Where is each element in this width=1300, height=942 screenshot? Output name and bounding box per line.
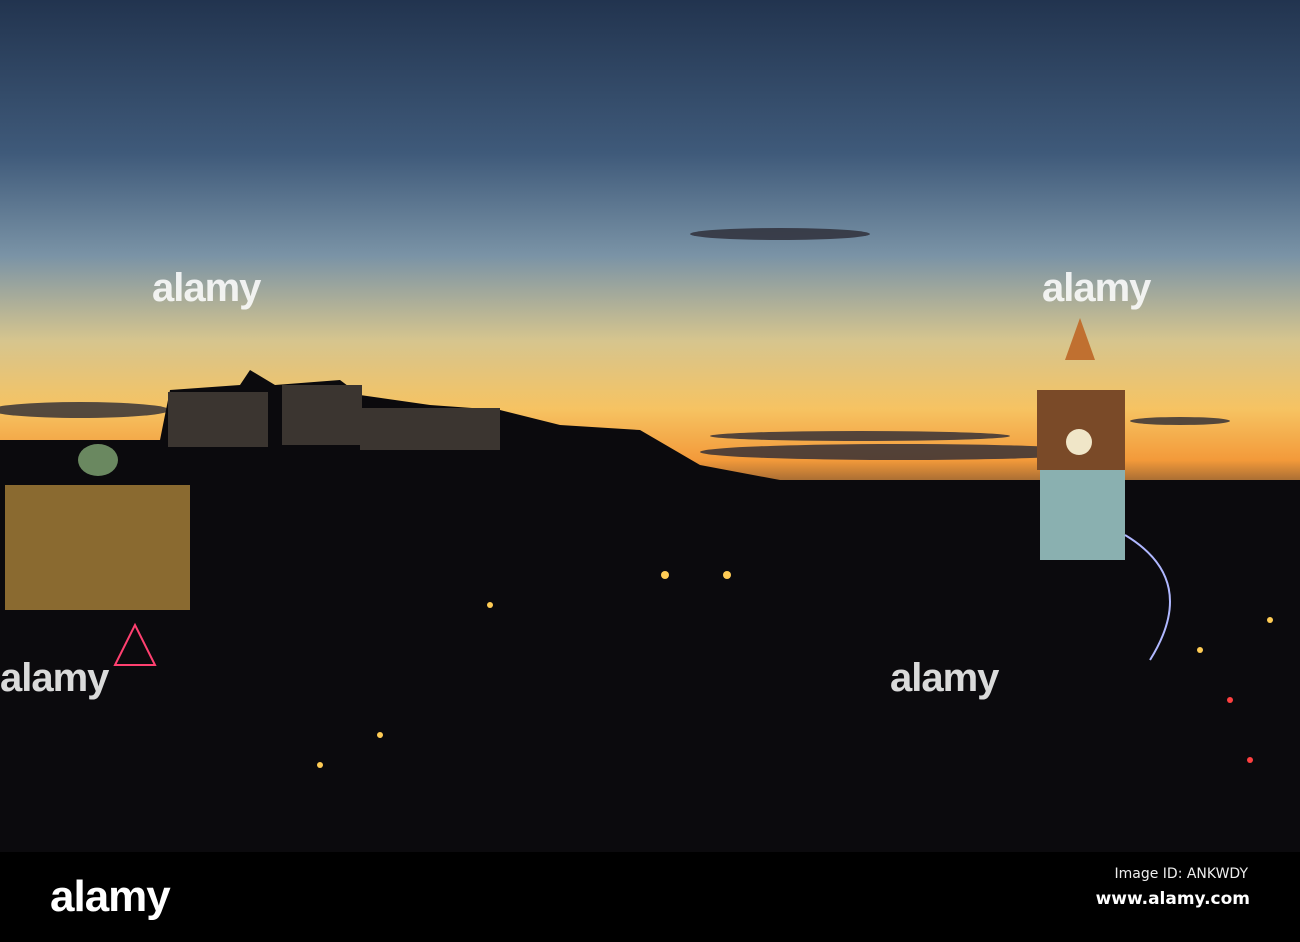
alamy-logo: alamy [50,872,171,921]
watermark-footer: alamy Image ID: ANKWDY www.alamy.com [0,852,1300,942]
image-id: Image ID: ANKWDY [1114,866,1248,882]
edinburgh-dusk-photo [0,0,1300,852]
watermark-logo: alamy [0,656,109,700]
watermark-logo: alamy [890,656,999,700]
photo-frame: alamy alamy alamy alamy alamy Image ID: … [0,0,1300,942]
site-url: www.alamy.com [1095,889,1250,909]
watermark-logo: alamy [152,266,261,310]
watermark-logo: alamy [1042,266,1151,310]
